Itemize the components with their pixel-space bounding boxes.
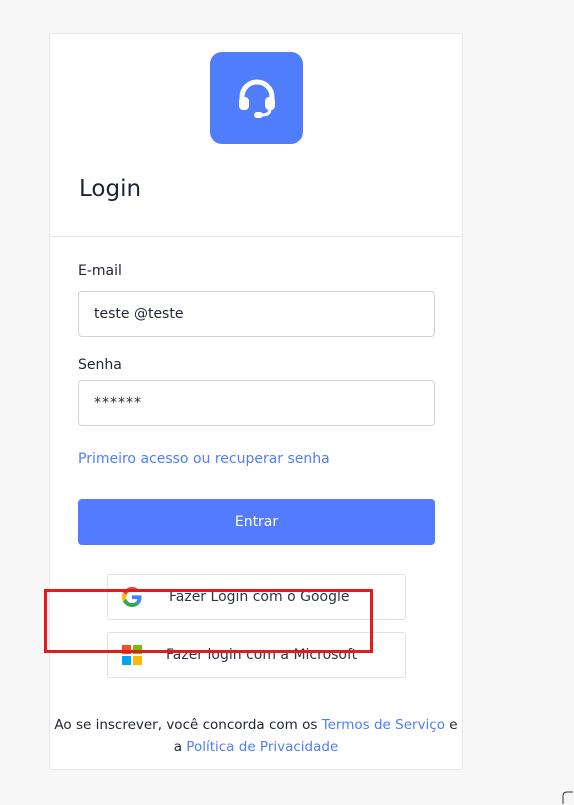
highlight-box: [44, 589, 373, 653]
recover-password-link[interactable]: Primeiro acesso ou recuperar senha: [78, 451, 330, 467]
card-header: Login: [50, 34, 462, 237]
app-logo: [210, 52, 303, 144]
privacy-policy-link[interactable]: Política de Privacidade: [186, 739, 338, 755]
terms-notice: Ao se inscrever, você concorda com os Te…: [50, 714, 462, 758]
resize-corner-icon: [562, 791, 573, 804]
headset-icon: [238, 79, 275, 118]
password-label: Senha: [78, 357, 122, 373]
terms-of-service-link[interactable]: Termos de Serviço: [322, 717, 445, 733]
login-card: Login E-mail Senha Primeiro acesso ou re…: [49, 33, 463, 770]
email-label: E-mail: [78, 263, 122, 279]
terms-text-before: Ao se inscrever, você concorda com os: [54, 717, 322, 733]
page-title: Login: [79, 176, 142, 202]
password-field[interactable]: [78, 380, 435, 426]
login-button[interactable]: Entrar: [78, 499, 435, 545]
email-field[interactable]: [78, 291, 435, 337]
